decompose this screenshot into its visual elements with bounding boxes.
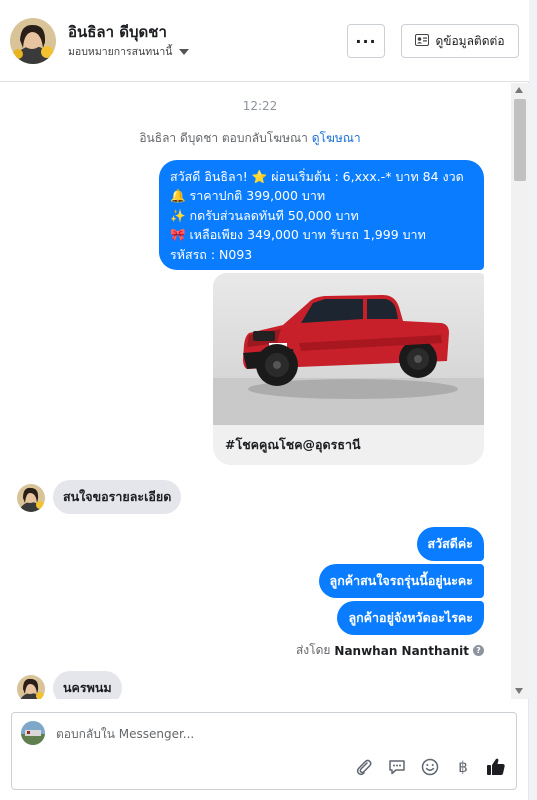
contact-avatar-small — [17, 484, 45, 512]
sent-by-note: ส่งโดย Nanwhan Nanthanit ? — [296, 641, 484, 660]
promo-message-bubble[interactable]: สวัสดี อินธิลา! ⭐ ผ่อนเริ่มต้น : 6,xxx.-… — [159, 160, 484, 270]
incoming-message-bubble[interactable]: นครพนม — [53, 671, 122, 699]
baht-icon[interactable]: ฿ — [453, 757, 473, 777]
outgoing-message-bubble[interactable]: ลูกค้าอยู่จังหวัดอะไรคะ — [337, 601, 484, 635]
like-icon[interactable] — [486, 757, 506, 777]
promo-line: 🎀 เหลือเพียง 349,000 บาท รับรถ 1,999 บาท — [170, 227, 426, 243]
timestamp: 12:22 — [242, 99, 278, 113]
assign-conversation-dropdown[interactable]: มอบหมายการสนทนานี้ — [68, 43, 190, 60]
promo-line: รหัสรถ : N093 — [170, 246, 253, 262]
page-avatar — [21, 721, 45, 745]
reply-composer: ฿ — [11, 712, 517, 790]
contact-name: อินธิลา ดีบุดชา — [68, 23, 167, 41]
sent-by-name: Nanwhan Nanthanit — [334, 643, 469, 658]
saved-reply-icon[interactable] — [387, 757, 407, 777]
caret-down-icon — [179, 48, 190, 55]
more-options-button[interactable]: ··· — [347, 24, 385, 58]
scroll-down-arrow-icon[interactable] — [515, 688, 523, 694]
emoji-icon[interactable] — [420, 757, 440, 777]
view-contact-button[interactable]: ดูข้อมูลติดต่อ — [401, 24, 519, 58]
promo-line: 🔔 ราคาปกติ 399,000 บาท — [170, 188, 326, 204]
ad-card-caption: #โชคคูณโชค@อุดรธานี — [225, 437, 361, 452]
contact-avatar-small — [17, 675, 45, 699]
view-contact-label: ดูข้อมูลติดต่อ — [435, 33, 505, 48]
more-icon: ··· — [355, 31, 377, 51]
conversation-header: อินธิลา ดีบุดชา มอบหมายการสนทนานี้ ··· ด… — [0, 0, 529, 82]
ad-reply-text: อินธิลา ดีบุดชา ตอบกลับโฆษณา — [139, 131, 308, 145]
contact-card-icon — [415, 33, 430, 49]
assign-label: มอบหมายการสนทนานี้ — [68, 46, 173, 58]
incoming-message-bubble[interactable]: สนใจขอรายละเอียด — [53, 480, 182, 514]
contact-avatar[interactable] — [10, 18, 56, 64]
attach-icon[interactable] — [354, 757, 374, 777]
car-image[interactable] — [213, 273, 484, 425]
outgoing-message-bubble[interactable]: สวัสดีค่ะ — [416, 527, 484, 561]
scroll-thumb[interactable] — [514, 99, 526, 181]
outgoing-message-bubble[interactable]: ลูกค้าสนใจรถรุ่นนี้อยู่นะคะ — [318, 564, 484, 598]
reply-input[interactable] — [56, 723, 496, 745]
ad-card[interactable]: #โชคคูณโชค@อุดรธานี — [213, 273, 484, 465]
page-gutter — [529, 0, 537, 800]
thread-scrollbar[interactable] — [511, 83, 529, 699]
messenger-window: อินธิลา ดีบุดชา มอบหมายการสนทนานี้ ··· ด… — [0, 0, 529, 800]
scroll-up-arrow-icon[interactable] — [515, 87, 523, 93]
promo-line: ✨ กดรับส่วนลดทันที 50,000 บาท — [170, 207, 359, 223]
view-ad-link[interactable]: ดูโฆษณา — [312, 131, 361, 145]
sent-by-prefix: ส่งโดย — [295, 643, 331, 657]
composer-toolbar: ฿ — [354, 757, 506, 777]
promo-line: สวัสดี อินธิลา! ⭐ ผ่อนเริ่มต้น : 6,xxx.-… — [170, 169, 464, 184]
ad-reply-note: อินธิลา ดีบุดชา ตอบกลับโฆษณา ดูโฆษณา — [0, 129, 500, 148]
message-thread[interactable]: 12:22 อินธิลา ดีบุดชา ตอบกลับโฆษณา ดูโฆษ… — [0, 83, 529, 699]
info-icon[interactable]: ? — [473, 645, 484, 656]
